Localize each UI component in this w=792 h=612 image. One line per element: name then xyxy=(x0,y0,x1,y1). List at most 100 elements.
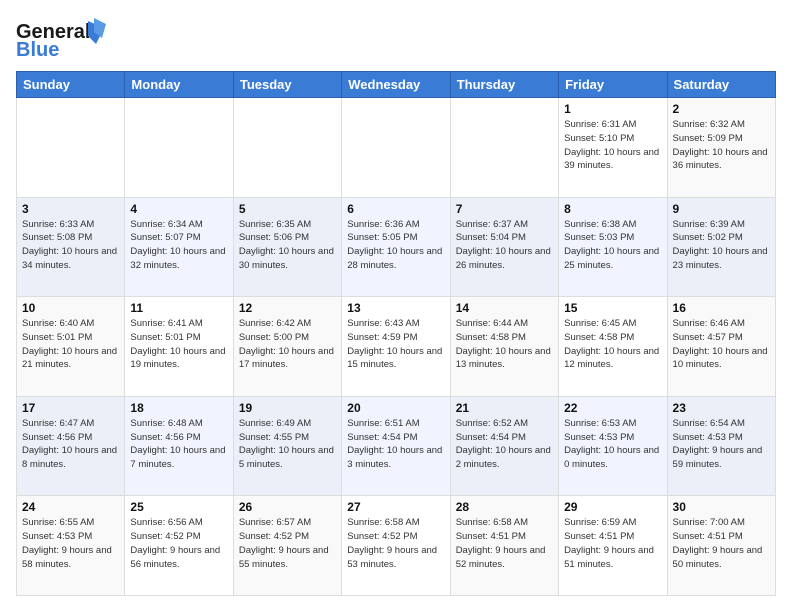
day-number: 2 xyxy=(673,102,770,116)
day-info: Sunrise: 6:40 AM Sunset: 5:01 PM Dayligh… xyxy=(22,317,119,372)
day-info: Sunrise: 6:44 AM Sunset: 4:58 PM Dayligh… xyxy=(456,317,553,372)
day-number: 4 xyxy=(130,202,227,216)
calendar-cell: 20Sunrise: 6:51 AM Sunset: 4:54 PM Dayli… xyxy=(342,396,450,496)
weekday-header-monday: Monday xyxy=(125,72,233,98)
calendar-cell: 7 Sunrise: 6:37 AM Sunset: 5:04 PM Daylig… xyxy=(450,197,558,297)
day-number: 29 xyxy=(564,500,661,514)
day-info: Sunrise: 6:42 AM Sunset: 5:00 PM Dayligh… xyxy=(239,317,336,372)
day-info: Sunrise: 6:53 AM Sunset: 4:53 PM Dayligh… xyxy=(564,417,661,472)
day-number: 17 xyxy=(22,401,119,415)
calendar-cell: 11 Sunrise: 6:41 AM Sunset: 5:01 PM Dayli… xyxy=(125,297,233,397)
day-number: 7 xyxy=(456,202,553,216)
week-row-1: 1 Sunrise: 6:31 AM Sunset: 5:10 PM Daylig… xyxy=(17,98,776,198)
day-info: Sunrise: 6:34 AM Sunset: 5:07 PM Dayligh… xyxy=(130,218,227,273)
day-number: 14 xyxy=(456,301,553,315)
calendar-cell: 10 Sunrise: 6:40 AM Sunset: 5:01 PM Dayli… xyxy=(17,297,125,397)
calendar-cell: 23 Sunrise: 6:54 AM Sunset: 4:53 PM Dayli… xyxy=(667,396,775,496)
week-row-3: 10 Sunrise: 6:40 AM Sunset: 5:01 PM Dayli… xyxy=(17,297,776,397)
calendar-cell: 6Sunrise: 6:36 AM Sunset: 5:05 PM Daylig… xyxy=(342,197,450,297)
day-number: 1 xyxy=(564,102,661,116)
day-number: 28 xyxy=(456,500,553,514)
calendar-cell: 29 Sunrise: 6:59 AM Sunset: 4:51 PM Dayli… xyxy=(559,496,667,596)
day-number: 30 xyxy=(673,500,770,514)
day-info: Sunrise: 6:49 AM Sunset: 4:55 PM Dayligh… xyxy=(239,417,336,472)
calendar-cell: 19 Sunrise: 6:49 AM Sunset: 4:55 PM Dayli… xyxy=(233,396,341,496)
calendar-cell: 17 Sunrise: 6:47 AM Sunset: 4:56 PM Dayli… xyxy=(17,396,125,496)
day-info: Sunrise: 6:46 AM Sunset: 4:57 PM Dayligh… xyxy=(673,317,770,372)
calendar-cell: 5 Sunrise: 6:35 AM Sunset: 5:06 PM Daylig… xyxy=(233,197,341,297)
calendar-cell: 27Sunrise: 6:58 AM Sunset: 4:52 PM Dayli… xyxy=(342,496,450,596)
calendar-cell: 16Sunrise: 6:46 AM Sunset: 4:57 PM Dayli… xyxy=(667,297,775,397)
calendar-cell xyxy=(450,98,558,198)
weekday-header-saturday: Saturday xyxy=(667,72,775,98)
day-number: 20 xyxy=(347,401,444,415)
week-row-5: 24 Sunrise: 6:55 AM Sunset: 4:53 PM Dayli… xyxy=(17,496,776,596)
day-number: 10 xyxy=(22,301,119,315)
logo: General Blue xyxy=(16,16,106,61)
day-info: Sunrise: 6:52 AM Sunset: 4:54 PM Dayligh… xyxy=(456,417,553,472)
day-number: 13 xyxy=(347,301,444,315)
day-info: Sunrise: 6:37 AM Sunset: 5:04 PM Dayligh… xyxy=(456,218,553,273)
week-row-4: 17 Sunrise: 6:47 AM Sunset: 4:56 PM Dayli… xyxy=(17,396,776,496)
calendar-table: SundayMondayTuesdayWednesdayThursdayFrid… xyxy=(16,71,776,596)
calendar-cell xyxy=(17,98,125,198)
day-info: Sunrise: 6:32 AM Sunset: 5:09 PM Dayligh… xyxy=(673,118,770,173)
day-number: 5 xyxy=(239,202,336,216)
day-info: Sunrise: 6:36 AM Sunset: 5:05 PM Dayligh… xyxy=(347,218,444,273)
day-number: 25 xyxy=(130,500,227,514)
calendar-cell: 1 Sunrise: 6:31 AM Sunset: 5:10 PM Daylig… xyxy=(559,98,667,198)
logo-icon: General Blue xyxy=(16,16,106,61)
day-number: 11 xyxy=(130,301,227,315)
day-info: Sunrise: 6:58 AM Sunset: 4:51 PM Dayligh… xyxy=(456,516,553,571)
day-info: Sunrise: 6:58 AM Sunset: 4:52 PM Dayligh… xyxy=(347,516,444,571)
calendar-cell: 21Sunrise: 6:52 AM Sunset: 4:54 PM Dayli… xyxy=(450,396,558,496)
day-info: Sunrise: 6:48 AM Sunset: 4:56 PM Dayligh… xyxy=(130,417,227,472)
day-number: 24 xyxy=(22,500,119,514)
day-info: Sunrise: 6:54 AM Sunset: 4:53 PM Dayligh… xyxy=(673,417,770,472)
day-info: Sunrise: 6:56 AM Sunset: 4:52 PM Dayligh… xyxy=(130,516,227,571)
day-number: 15 xyxy=(564,301,661,315)
calendar-cell: 26 Sunrise: 6:57 AM Sunset: 4:52 PM Dayli… xyxy=(233,496,341,596)
page: General Blue SundayMondayTuesdayWednesda… xyxy=(0,0,792,612)
day-number: 22 xyxy=(564,401,661,415)
calendar-cell xyxy=(342,98,450,198)
day-number: 19 xyxy=(239,401,336,415)
calendar-cell: 14 Sunrise: 6:44 AM Sunset: 4:58 PM Dayli… xyxy=(450,297,558,397)
weekday-header-thursday: Thursday xyxy=(450,72,558,98)
calendar-cell: 4 Sunrise: 6:34 AM Sunset: 5:07 PM Daylig… xyxy=(125,197,233,297)
calendar-cell: 30 Sunrise: 7:00 AM Sunset: 4:51 PM Dayli… xyxy=(667,496,775,596)
day-number: 26 xyxy=(239,500,336,514)
week-row-2: 3 Sunrise: 6:33 AM Sunset: 5:08 PM Daylig… xyxy=(17,197,776,297)
calendar-cell: 12 Sunrise: 6:42 AM Sunset: 5:00 PM Dayli… xyxy=(233,297,341,397)
day-info: Sunrise: 6:38 AM Sunset: 5:03 PM Dayligh… xyxy=(564,218,661,273)
calendar-cell: 18Sunrise: 6:48 AM Sunset: 4:56 PM Dayli… xyxy=(125,396,233,496)
calendar-cell xyxy=(125,98,233,198)
calendar-cell: 15 Sunrise: 6:45 AM Sunset: 4:58 PM Dayli… xyxy=(559,297,667,397)
day-info: Sunrise: 6:31 AM Sunset: 5:10 PM Dayligh… xyxy=(564,118,661,173)
day-info: Sunrise: 6:39 AM Sunset: 5:02 PM Dayligh… xyxy=(673,218,770,273)
calendar-cell: 28 Sunrise: 6:58 AM Sunset: 4:51 PM Dayli… xyxy=(450,496,558,596)
calendar-cell: 3 Sunrise: 6:33 AM Sunset: 5:08 PM Daylig… xyxy=(17,197,125,297)
calendar-cell xyxy=(233,98,341,198)
day-number: 12 xyxy=(239,301,336,315)
day-number: 23 xyxy=(673,401,770,415)
day-info: Sunrise: 6:33 AM Sunset: 5:08 PM Dayligh… xyxy=(22,218,119,273)
day-number: 3 xyxy=(22,202,119,216)
day-info: Sunrise: 6:59 AM Sunset: 4:51 PM Dayligh… xyxy=(564,516,661,571)
weekday-header-sunday: Sunday xyxy=(17,72,125,98)
calendar-cell: 2 Sunrise: 6:32 AM Sunset: 5:09 PM Daylig… xyxy=(667,98,775,198)
day-info: Sunrise: 6:57 AM Sunset: 4:52 PM Dayligh… xyxy=(239,516,336,571)
day-info: Sunrise: 6:55 AM Sunset: 4:53 PM Dayligh… xyxy=(22,516,119,571)
calendar-cell: 25 Sunrise: 6:56 AM Sunset: 4:52 PM Dayli… xyxy=(125,496,233,596)
weekday-header-wednesday: Wednesday xyxy=(342,72,450,98)
calendar-cell: 9 Sunrise: 6:39 AM Sunset: 5:02 PM Daylig… xyxy=(667,197,775,297)
day-number: 9 xyxy=(673,202,770,216)
day-info: Sunrise: 6:45 AM Sunset: 4:58 PM Dayligh… xyxy=(564,317,661,372)
calendar-cell: 22 Sunrise: 6:53 AM Sunset: 4:53 PM Dayli… xyxy=(559,396,667,496)
weekday-header-friday: Friday xyxy=(559,72,667,98)
day-info: Sunrise: 6:35 AM Sunset: 5:06 PM Dayligh… xyxy=(239,218,336,273)
calendar-cell: 13Sunrise: 6:43 AM Sunset: 4:59 PM Dayli… xyxy=(342,297,450,397)
day-info: Sunrise: 6:47 AM Sunset: 4:56 PM Dayligh… xyxy=(22,417,119,472)
day-info: Sunrise: 6:41 AM Sunset: 5:01 PM Dayligh… xyxy=(130,317,227,372)
day-info: Sunrise: 7:00 AM Sunset: 4:51 PM Dayligh… xyxy=(673,516,770,571)
